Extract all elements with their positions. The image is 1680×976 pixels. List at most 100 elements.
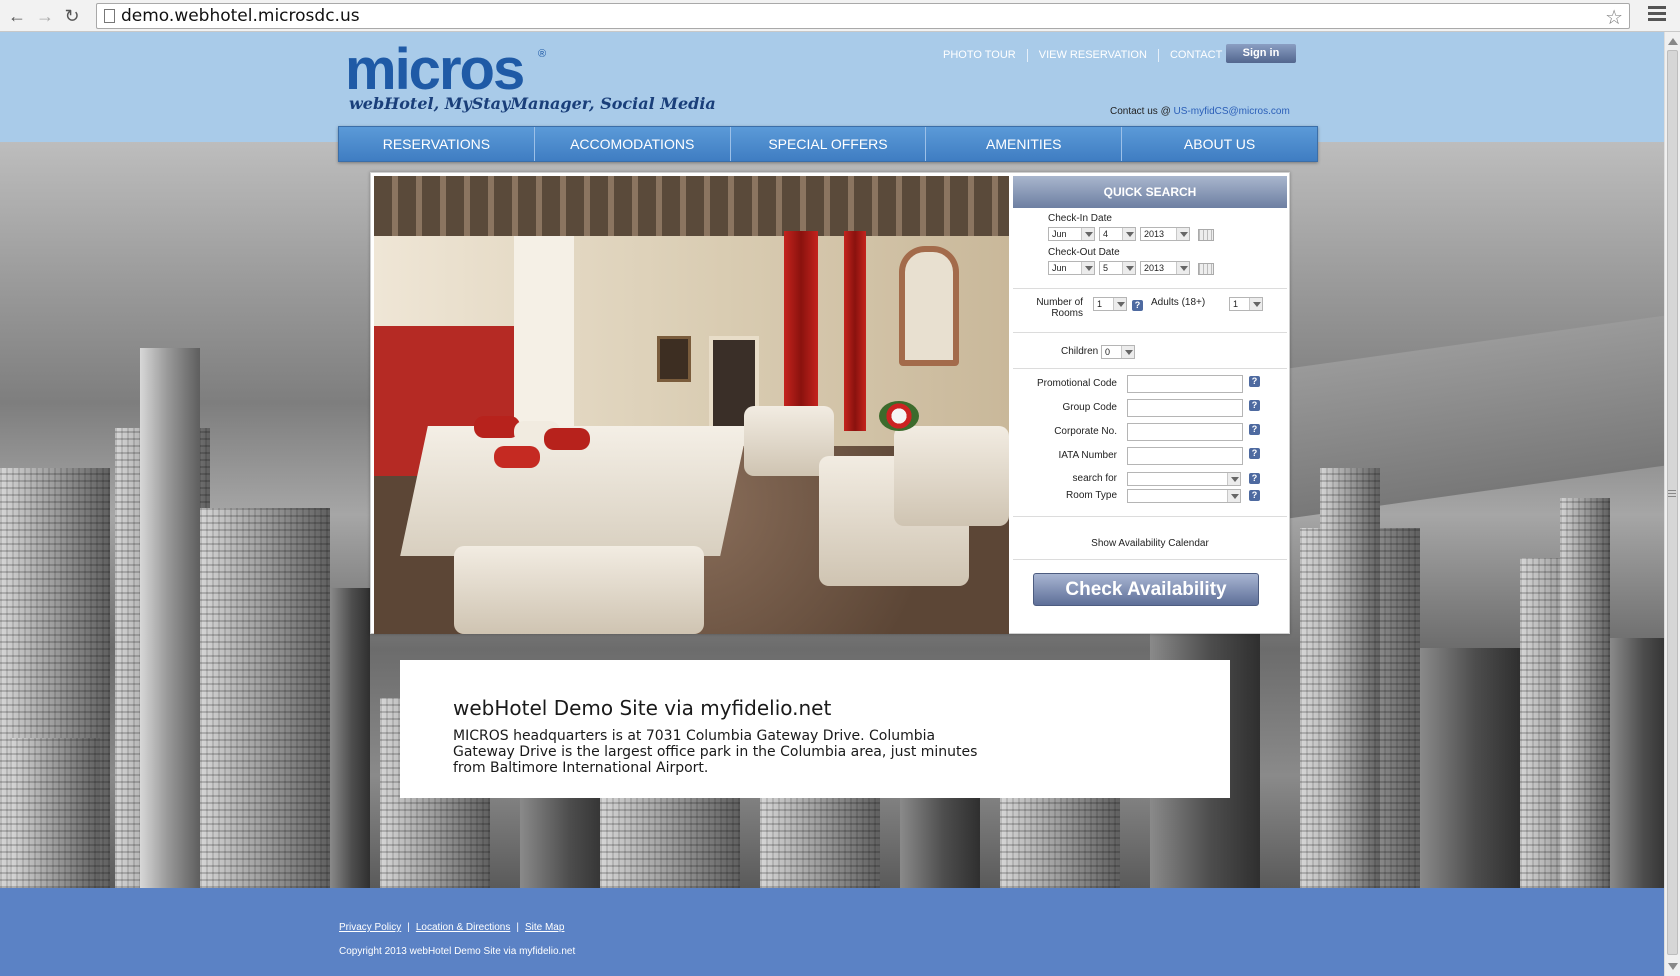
copyright-text: Copyright 2013 webHotel Demo Site via my… [339,946,576,957]
chevron-down-icon [1176,228,1189,240]
sign-in-button[interactable]: Sign in [1226,44,1296,63]
location-directions-link[interactable]: Location & Directions [416,922,511,933]
logo-wordmark: micros [345,37,525,102]
photo-tour-link[interactable]: PHOTO TOUR [932,49,1027,62]
browser-toolbar: ← → ↻ demo.webhotel.microsdc.us ☆ [0,0,1680,32]
site-map-link[interactable]: Site Map [525,922,564,933]
contact-email-link[interactable]: US-myfidCS@micros.com [1174,106,1290,117]
footer: Privacy Policy | Location & Directions | Sit… [0,888,1664,976]
chevron-down-icon [1227,490,1240,502]
checkout-month-select[interactable]: Jun [1048,261,1095,275]
search-for-help-icon[interactable]: ? [1249,473,1260,484]
browser-menu-icon[interactable] [1648,6,1666,24]
search-for-label: search for [1072,473,1117,484]
corporate-help-icon[interactable]: ? [1249,424,1260,435]
checkin-year-select[interactable]: 2013 [1140,227,1190,241]
rooms-select[interactable]: 1 [1093,297,1127,311]
promo-help-icon[interactable]: ? [1249,376,1260,387]
promo-code-input[interactable] [1127,375,1243,393]
group-help-icon[interactable]: ? [1249,400,1260,411]
quick-search-title: QUICK SEARCH [1013,176,1287,208]
address-bar[interactable]: demo.webhotel.microsdc.us ☆ [96,3,1630,29]
chevron-down-icon [1122,228,1135,240]
intro-text: MICROS headquarters is at 7031 Columbia … [453,728,978,776]
checkin-month-select[interactable]: Jun [1048,227,1095,241]
chevron-down-icon [1122,262,1135,274]
footer-separator: | [407,922,410,933]
adults-label: Adults (18+) [1151,297,1206,308]
chevron-down-icon [1176,262,1189,274]
contact-line: Contact us @ US-myfidCS@micros.com [1110,106,1290,117]
logo-tagline: webHotel, MyStayManager, Social Media [349,94,716,113]
checkin-day-select[interactable]: 4 [1099,227,1136,241]
scroll-down-arrow-icon[interactable] [1668,963,1678,970]
chevron-down-icon [1081,262,1094,274]
nav-amenities[interactable]: AMENITIES [926,127,1123,161]
children-select[interactable]: 0 [1101,345,1135,359]
privacy-policy-link[interactable]: Privacy Policy [339,922,401,933]
iata-help-icon[interactable]: ? [1249,448,1260,459]
hotel-room-photo [374,176,1009,634]
corporate-no-label: Corporate No. [1054,426,1117,437]
check-availability-button[interactable]: Check Availability [1033,573,1259,606]
forward-icon[interactable]: → [34,5,56,27]
divider [1013,368,1287,369]
nav-reservations[interactable]: RESERVATIONS [339,127,535,161]
bookmark-star-icon[interactable]: ☆ [1605,5,1623,30]
page-scrollbar[interactable] [1664,32,1680,976]
checkout-day-select[interactable]: 5 [1099,261,1136,275]
chevron-down-icon [1113,298,1126,310]
footer-separator: | [516,922,519,933]
nav-about-us[interactable]: ABOUT US [1122,127,1317,161]
checkout-calendar-icon[interactable] [1198,263,1214,275]
nav-special-offers[interactable]: SPECIAL OFFERS [730,127,927,161]
scroll-thumb[interactable] [1667,50,1678,955]
url-text[interactable]: demo.webhotel.microsdc.us [121,6,360,26]
adults-select[interactable]: 1 [1229,297,1263,311]
divider [1013,516,1287,517]
micros-logo[interactable]: micros ® webHotel, MyStayManager, Social… [345,37,716,114]
checkout-year-select[interactable]: 2013 [1140,261,1190,275]
view-reservation-link[interactable]: VIEW RESERVATION [1026,49,1158,62]
chevron-down-icon [1227,473,1240,485]
chevron-down-icon [1249,298,1262,310]
web-page: micros ® webHotel, MyStayManager, Social… [0,32,1664,976]
room-type-label: Room Type [1066,490,1117,501]
back-icon[interactable]: ← [6,5,28,27]
chevron-down-icon [1121,346,1134,358]
promo-code-label: Promotional Code [1036,378,1117,389]
intro-title: webHotel Demo Site via myfidelio.net [453,696,832,720]
iata-number-input[interactable] [1127,447,1243,465]
main-navigation: RESERVATIONS ACCOMODATIONS SPECIAL OFFER… [338,126,1318,162]
room-type-help-icon[interactable]: ? [1249,490,1260,501]
divider [1013,332,1287,333]
quick-search-form: QUICK SEARCH Check-In Date Jun 4 2013 Ch… [1013,176,1287,632]
scroll-up-arrow-icon[interactable] [1668,38,1678,45]
rooms-label: Number of Rooms [1036,297,1083,319]
nav-accomodations[interactable]: ACCOMODATIONS [534,127,731,161]
scroll-grip-icon [1668,490,1676,499]
chevron-down-icon [1081,228,1094,240]
iata-number-label: IATA Number [1058,450,1117,461]
divider [1013,559,1287,560]
checkout-label: Check-Out Date [1048,247,1120,258]
page-icon [104,9,115,23]
reload-icon[interactable]: ↻ [61,5,83,27]
intro-box: webHotel Demo Site via myfidelio.net MIC… [400,660,1230,798]
show-availability-calendar-link[interactable]: Show Availability Calendar [1013,538,1287,549]
group-code-label: Group Code [1062,402,1117,413]
group-code-input[interactable] [1127,399,1243,417]
contact-prefix: Contact us @ [1110,106,1171,117]
logo-registered-mark: ® [538,48,547,60]
footer-links: Privacy Policy | Location & Directions | Sit… [339,922,564,933]
room-type-select[interactable] [1127,489,1241,503]
content-panel: QUICK SEARCH Check-In Date Jun 4 2013 Ch… [370,172,1290,634]
divider [1013,288,1287,289]
corporate-no-input[interactable] [1127,423,1243,441]
top-links: PHOTO TOUR VIEW RESERVATION CONTACT US [932,49,1251,62]
search-for-select[interactable] [1127,472,1241,486]
children-label: Children [1061,346,1099,357]
checkin-label: Check-In Date [1048,213,1112,224]
checkin-calendar-icon[interactable] [1198,229,1214,241]
rooms-help-icon[interactable]: ? [1132,300,1143,311]
